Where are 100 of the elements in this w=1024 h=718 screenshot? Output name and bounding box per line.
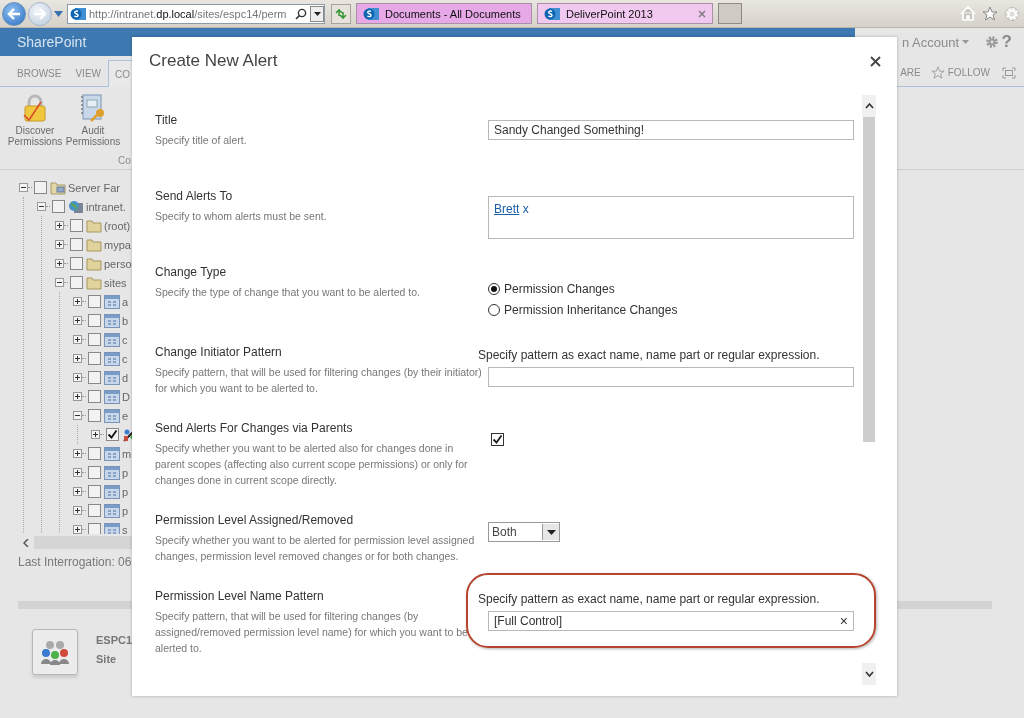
clear-button[interactable]: × [839,613,848,629]
arrow-left-icon[interactable] [7,7,21,20]
tree-item[interactable]: b [122,314,129,327]
checkbox[interactable] [70,257,83,270]
ribbon-tab[interactable]: BROWSE [10,60,69,86]
checkbox[interactable] [88,295,101,308]
radio-label[interactable]: Permission Changes [504,281,615,296]
tree-item[interactable]: a [122,295,129,308]
ribbon-tab[interactable]: VIEW [68,60,108,86]
expand-icon[interactable] [73,316,82,325]
input-field[interactable]: Sandy Changed Something! [488,120,854,140]
forward-button[interactable] [28,1,52,26]
checkbox[interactable] [106,428,119,441]
browser-tab[interactable]: DeliverPoint 2013 [537,3,713,24]
checkbox[interactable] [88,314,101,327]
address-bar[interactable]: http://intranet.dp.local/sites/espc14/perm [67,3,325,24]
checkbox[interactable] [88,371,101,384]
expand-icon[interactable] [73,392,82,401]
expand-icon[interactable] [73,506,82,515]
collapse-icon[interactable] [37,202,46,211]
tree-item[interactable]: perso [104,257,132,270]
radio-label[interactable]: Permission Inheritance Changes [504,302,678,317]
checkbox[interactable] [34,181,47,194]
checkbox[interactable] [88,390,101,403]
tree-item[interactable]: e [122,409,129,422]
tree-item[interactable]: D [122,390,130,403]
new-tab-button[interactable] [718,3,742,24]
checkbox[interactable] [88,466,101,479]
checkbox[interactable] [88,485,101,498]
account-menu[interactable]: n Account [902,34,970,50]
checkbox[interactable] [88,352,101,365]
back-button[interactable] [2,1,26,26]
checkbox[interactable] [491,433,504,446]
chevron-up-icon[interactable] [864,103,874,109]
tree-item[interactable]: intranet. [86,200,126,213]
tree-item[interactable]: m [122,447,132,460]
expand-icon[interactable] [73,468,82,477]
share-link[interactable]: ARE [900,67,921,78]
expand-icon[interactable] [91,430,100,439]
checkbox[interactable] [70,276,83,289]
remove-link[interactable]: x [522,202,529,216]
tree-item[interactable]: c [122,352,128,365]
checkbox[interactable] [88,409,101,422]
caret-icon[interactable] [313,11,321,16]
collapse-icon[interactable] [55,278,64,287]
tree-item[interactable]: p [122,485,129,498]
dropdown-button[interactable] [310,5,324,22]
follow-link[interactable]: FOLLOW [947,67,990,78]
search-icon[interactable] [295,7,307,20]
help-button[interactable]: ? [1001,32,1012,52]
vertical-scrollbar[interactable] [862,95,876,685]
expand-icon[interactable] [55,240,64,249]
focus-icon[interactable] [1002,66,1016,79]
expand-icon[interactable] [73,525,82,534]
caret-icon[interactable] [546,529,556,535]
tree-item[interactable]: mypa [104,238,131,251]
person-link[interactable]: Brett [494,202,520,216]
expand-icon[interactable] [73,449,82,458]
tree-item[interactable]: sites [104,276,127,289]
expand-icon[interactable] [73,487,82,496]
checkbox[interactable] [52,200,65,213]
tree-item[interactable]: (root) [104,219,131,232]
collapse-icon[interactable] [73,411,82,420]
checkbox[interactable] [70,219,83,232]
tree-item[interactable]: p [122,504,129,517]
collapse-icon[interactable] [19,183,28,192]
dropdown[interactable]: Both [488,522,560,542]
brand-name[interactable]: SharePoint [17,34,87,50]
horizontal-scrollbar[interactable] [18,536,132,549]
expand-icon[interactable] [55,259,64,268]
tree-item[interactable]: p [122,466,129,479]
chevron-down-icon[interactable] [864,671,874,677]
checkbox[interactable] [88,333,101,346]
tree-item[interactable]: Server Far [68,181,120,194]
chevron-left-icon[interactable] [23,538,29,547]
ribbon-button[interactable]: Discover Permissions [6,123,64,147]
tree-item[interactable]: c [122,333,128,346]
checkbox[interactable] [88,504,101,517]
ribbon-button[interactable]: Audit Permissions [64,123,122,147]
input-field[interactable] [488,367,854,387]
field-label: Permission Level Assigned/Removed [155,512,355,528]
checkbox[interactable] [70,238,83,251]
expand-icon[interactable] [73,297,82,306]
expand-icon[interactable] [73,373,82,382]
dropdown-icon[interactable] [54,10,63,17]
expand-icon[interactable] [55,221,64,230]
settings-icon[interactable] [985,35,1000,49]
star-icon[interactable] [930,66,945,79]
checkbox[interactable] [88,523,101,534]
star-icon[interactable] [982,5,998,21]
people-picker[interactable]: Brett x [488,196,854,239]
browser-tab[interactable]: Documents - All Documents [356,3,532,24]
expand-icon[interactable] [73,335,82,344]
expand-icon[interactable] [73,354,82,363]
input-field[interactable]: [Full Control] × [488,611,854,631]
tree-item[interactable]: s [122,523,128,534]
site-tile[interactable] [32,629,78,675]
checkbox[interactable] [88,447,101,460]
site-title[interactable]: ESPC1 [96,633,133,648]
tree-item[interactable]: d [122,371,129,384]
